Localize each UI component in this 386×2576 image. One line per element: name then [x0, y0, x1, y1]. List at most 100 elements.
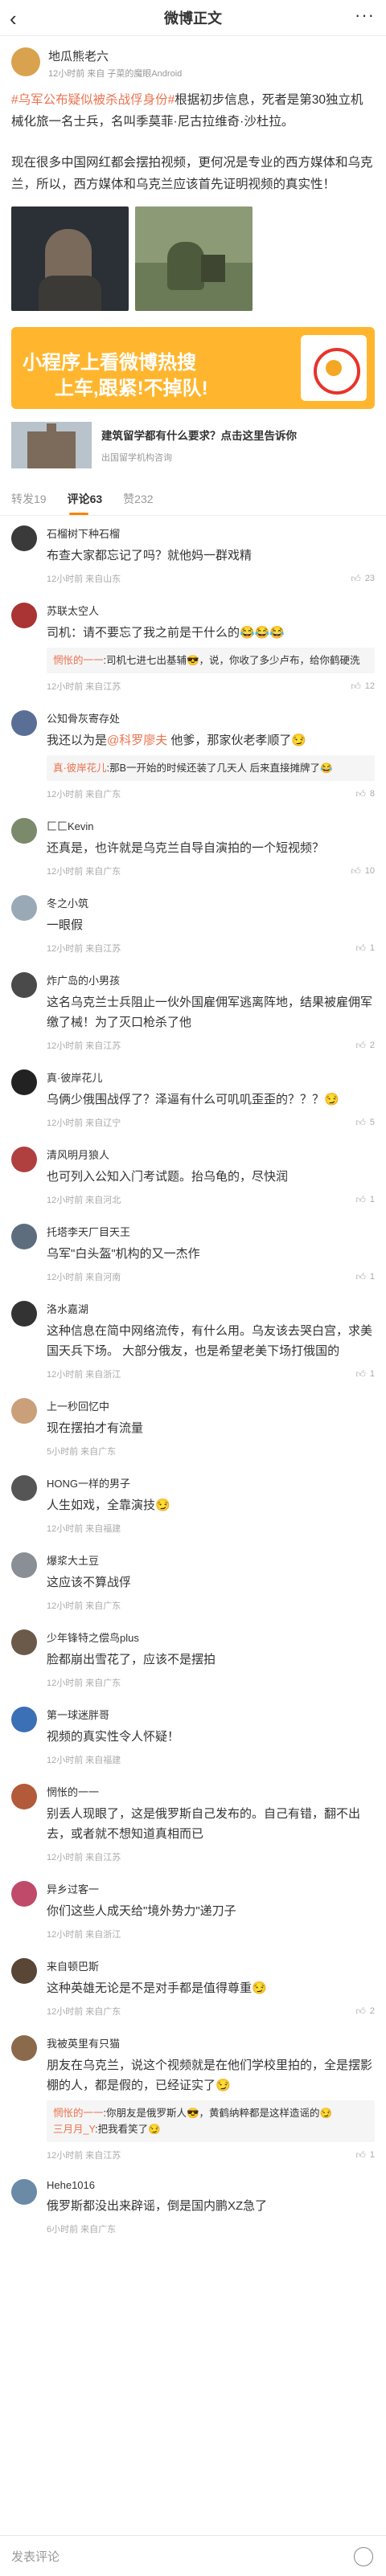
avatar[interactable] — [11, 1147, 37, 1172]
like-button[interactable]: 👍︎ 10 — [351, 865, 375, 877]
comment-user[interactable]: 公知骨灰寄存处 — [47, 710, 375, 726]
comment-time: 12小时前 来自浙江 — [47, 1930, 121, 1940]
tab-repost[interactable]: 转发19 — [11, 491, 47, 507]
like-button[interactable]: 👍︎ 1 — [355, 1194, 375, 1206]
comment-user[interactable]: 炸广岛的小男孩 — [47, 972, 375, 987]
avatar[interactable] — [11, 1958, 37, 1984]
comment-user[interactable]: 洛水嘉湖 — [47, 1301, 375, 1316]
avatar[interactable] — [11, 1224, 37, 1249]
like-button[interactable]: 👍︎ 23 — [351, 573, 375, 585]
comment-item: 我被英里有只猫 朋友在乌克兰，说这个视频就是在他们学校里拍的，全是摆影棚的人，都… — [0, 2026, 386, 2169]
comment-item: 石榴树下种石榴 布查大家都忘记了吗？就他妈一群戏精 12小时前 来自山东 👍︎ 23 — [0, 516, 386, 593]
comment-user[interactable]: 清风明月狼人 — [47, 1147, 375, 1162]
comment-user[interactable]: 少年锋特之偿鸟plus — [47, 1629, 375, 1645]
post-author[interactable]: 地瓜熊老六 — [48, 47, 182, 64]
comment-user[interactable]: 真·彼岸花儿 — [47, 1069, 375, 1085]
comment-item: 炸广岛的小男孩 这名乌克兰士兵阻止一伙外国雇佣军逃离阵地，结果被雇佣军缴了械！为… — [0, 963, 386, 1060]
post: 地瓜熊老六 12小时前 来自 子菜的魔眼Android #乌军公布疑似被杀战俘身… — [0, 36, 386, 319]
avatar[interactable] — [11, 1881, 37, 1907]
avatar[interactable] — [11, 1552, 37, 1578]
comment-item: 惘怅的一一 别丢人现眼了，这是俄罗斯自己发布的。自己有错，翻不出去，或者就不想知… — [0, 1774, 386, 1871]
like-button[interactable]: 👍︎ 12 — [351, 681, 375, 693]
comment-time: 12小时前 来自江苏 — [47, 682, 121, 692]
comment-user[interactable]: 托塔李天厂目天王 — [47, 1224, 375, 1239]
comment-user[interactable]: 异乡过客一 — [47, 1881, 375, 1896]
miniprogram-banner[interactable]: 小程序上看微博热搜 上车,跟紧!不掉队! — [11, 327, 375, 409]
comment-item: 异乡过客一 你们这些人成天给"境外势力"递刀子 12小时前 来自浙江👍︎ — [0, 1871, 386, 1948]
comment-user[interactable]: 爆浆大土豆 — [47, 1552, 375, 1568]
comment-time: 6小时前 来自广东 — [47, 2225, 117, 2235]
comment-user[interactable]: HONG一样的男子 — [47, 1475, 375, 1490]
comment-user[interactable]: 第一球迷胖哥 — [47, 1707, 375, 1722]
comment-text: 你们这些人成天给"境外势力"递刀子 — [47, 1904, 236, 1918]
tab-like[interactable]: 赞232 — [123, 491, 153, 507]
comment-user[interactable]: 我被英里有只猫 — [47, 2035, 375, 2051]
like-button[interactable]: 👍︎ 5 — [355, 1117, 375, 1129]
like-button[interactable]: 👍︎ 1 — [355, 1368, 375, 1380]
avatar[interactable] — [11, 895, 37, 921]
comment-item: 洛水嘉湖 这种信息在简中网络流传，有什么用。乌友该去哭白宫，求美国天兵下场。 大… — [0, 1291, 386, 1388]
avatar[interactable] — [11, 710, 37, 736]
comment-item: 托塔李天厂目天王 乌军"白头盔"机构的又一杰作 12小时前 来自河南 👍︎ 1 — [0, 1214, 386, 1291]
comment-user[interactable]: 惘怅的一一 — [47, 1784, 375, 1799]
comment-time: 12小时前 来自辽宁 — [47, 1118, 121, 1128]
mention-link[interactable]: @科罗廖夫 — [107, 734, 167, 747]
avatar[interactable] — [11, 1475, 37, 1501]
avatar[interactable] — [11, 525, 37, 551]
comment-user[interactable]: 匚匚Kevin — [47, 818, 375, 833]
thumb-up-icon: 👍︎ — [355, 1039, 366, 1051]
avatar[interactable] — [11, 1398, 37, 1424]
avatar[interactable] — [11, 47, 40, 76]
comment-user[interactable]: 上一秒回忆中 — [47, 1398, 375, 1413]
avatar[interactable] — [11, 2179, 37, 2205]
more-dots-icon[interactable]: ··· — [355, 5, 375, 26]
like-button[interactable]: 👍︎ 2 — [355, 2006, 375, 2018]
thumb-up-icon: 👍︎ — [351, 680, 361, 692]
avatar[interactable] — [11, 2035, 37, 2061]
comment-time: 12小时前 来自江苏 — [47, 944, 121, 954]
comment-user[interactable]: 苏联太空人 — [47, 603, 375, 618]
photo-grid — [11, 206, 375, 311]
photo-1[interactable] — [11, 206, 129, 311]
emoji-icon[interactable] — [354, 2547, 373, 2566]
comment-user[interactable]: 石榴树下种石榴 — [47, 525, 375, 541]
comment-time: 12小时前 来自广东 — [47, 2007, 121, 2017]
post-time: 12小时前 来自 子菜的魔眼Android — [48, 69, 183, 79]
avatar[interactable] — [11, 1301, 37, 1327]
comment-user[interactable]: 来自顿巴斯 — [47, 1958, 375, 1973]
avatar[interactable] — [11, 1784, 37, 1809]
comment-time: 12小时前 来自福建 — [47, 1524, 121, 1534]
avatar[interactable] — [11, 972, 37, 998]
comment-text: 布查大家都忘记了吗？就他妈一群戏精 — [47, 549, 253, 562]
comment-time: 12小时前 来自广东 — [47, 790, 121, 799]
avatar[interactable] — [11, 603, 37, 628]
comment-user[interactable]: Hehe1016 — [47, 2179, 375, 2191]
comment-time: 12小时前 来自河北 — [47, 1196, 121, 1205]
comment-item: 冬之小筑 一眼假 12小时前 来自江苏 👍︎ 1 — [0, 885, 386, 963]
study-abroad-ad[interactable]: 建筑留学都有什么要求？点击这里告诉你 出国留学机构咨询 — [11, 422, 375, 468]
avatar[interactable] — [11, 1069, 37, 1095]
chevron-left-icon[interactable]: ‹ — [10, 6, 17, 31]
like-button[interactable]: 👍︎ 8 — [355, 788, 375, 800]
comment-item: 爆浆大土豆 这应该不算战俘 12小时前 来自广东👍︎ — [0, 1543, 386, 1620]
avatar[interactable] — [11, 1707, 37, 1732]
comment-text: 还真是，也许就是乌克兰自导自演拍的一个短视频？ — [47, 841, 325, 855]
comment-time: 12小时前 来自江苏 — [47, 2151, 121, 2161]
tab-comment[interactable]: 评论63 — [68, 491, 103, 507]
photo-2[interactable] — [135, 206, 253, 311]
reply-box[interactable]: 惘怅的一一:司机七进七出基辅😎，说，你收了多少卢布，给你鹤硬洗 — [47, 648, 375, 673]
reply-box[interactable]: 真·彼岸花儿:那B一开始的时候还装了几天人 后来直接摊牌了😂 — [47, 755, 375, 781]
like-button[interactable]: 👍︎ 2 — [355, 1040, 375, 1052]
comment-user[interactable]: 冬之小筑 — [47, 895, 375, 910]
like-button[interactable]: 👍︎ 1 — [355, 942, 375, 955]
comment-time: 12小时前 来自广东 — [47, 1601, 121, 1611]
avatar[interactable] — [11, 1629, 37, 1655]
avatar[interactable] — [11, 818, 37, 844]
like-button[interactable]: 👍︎ 1 — [355, 1271, 375, 1283]
comment-input[interactable]: 发表评论 — [11, 2548, 60, 2565]
comment-time: 12小时前 来自山东 — [47, 574, 121, 584]
comment-text: 这应该不算战俘 — [47, 1576, 132, 1589]
reply-box[interactable]: 惘怅的一一:你朋友是俄罗斯人😎，黄鹤纳粹都是这样造谣的😏 三月月_Y:把我看笑了… — [47, 2100, 375, 2142]
topic-link[interactable]: #乌军公布疑似被杀战俘身份# — [11, 93, 175, 107]
like-button[interactable]: 👍︎ 1 — [355, 2149, 375, 2161]
